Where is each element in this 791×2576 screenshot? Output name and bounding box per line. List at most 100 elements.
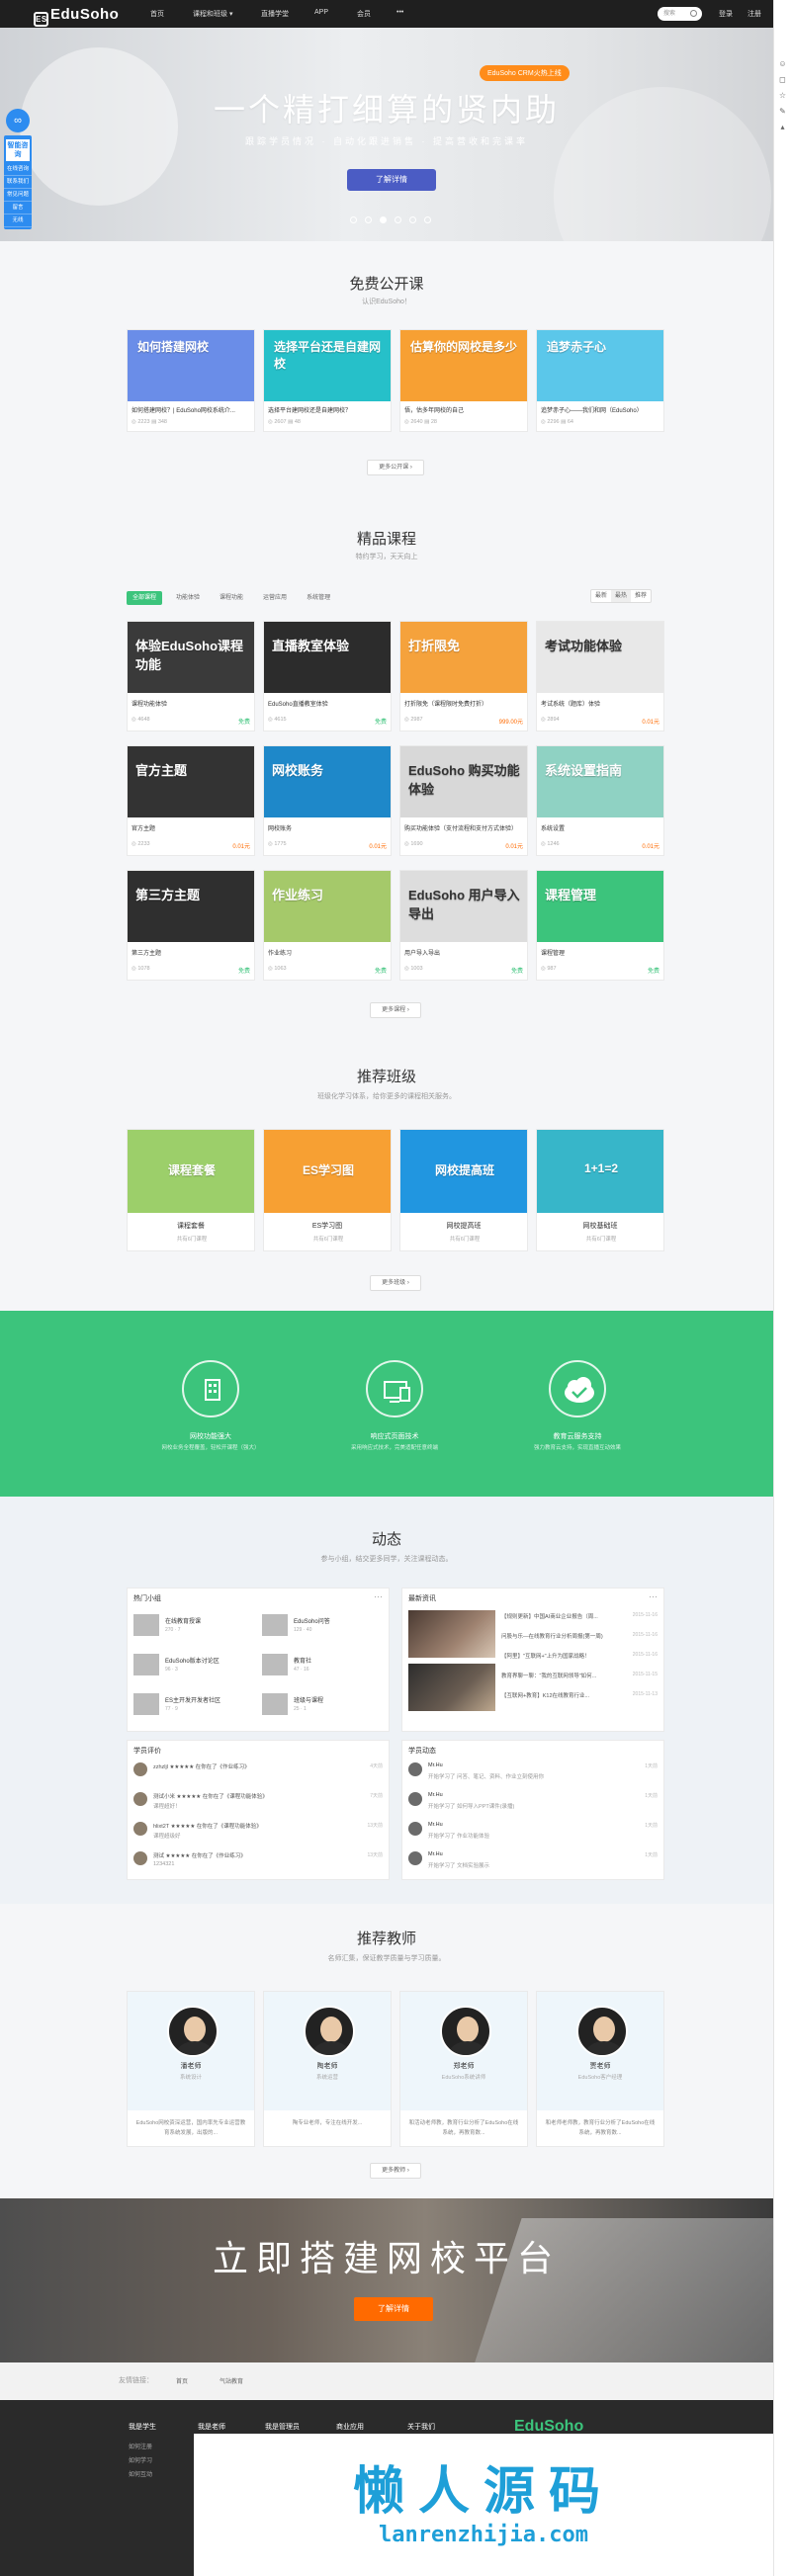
- more-free-courses-button[interactable]: 更多公开课 ›: [367, 460, 424, 475]
- group-name[interactable]: 教育社: [294, 1656, 311, 1665]
- course-thumbnail[interactable]: 课程管理: [537, 871, 663, 942]
- teacher-photo[interactable]: [167, 2006, 219, 2057]
- avatar[interactable]: [133, 1762, 147, 1776]
- teacher-photo[interactable]: [576, 2006, 628, 2057]
- carousel-dot-active[interactable]: [380, 216, 387, 223]
- site-logo[interactable]: ES EduSoho: [34, 6, 119, 27]
- course-thumbnail[interactable]: 估算你的网校是多少: [400, 330, 527, 401]
- course-title[interactable]: 如何搭建网校？| EduSoho网校系统介...: [132, 405, 250, 414]
- course-card[interactable]: EduSoho 购买功能体验 购买功能体验（支付流程和支付方式体验） ◎ 1690 0…: [399, 745, 528, 856]
- news-link[interactable]: 问股与乐—在线教育行业分析周报(第一周): [501, 1632, 620, 1640]
- course-thumbnail[interactable]: 体验EduSoho课程功能: [128, 622, 254, 693]
- group-icon[interactable]: [262, 1614, 288, 1636]
- class-thumbnail[interactable]: 1+1=2: [537, 1130, 663, 1213]
- course-card[interactable]: 网校账务 网校账务 ◎ 1775 0.01元: [263, 745, 392, 856]
- more-icon[interactable]: ···: [374, 1591, 383, 1601]
- course-title[interactable]: 官方主题: [132, 823, 250, 832]
- friend-link[interactable]: 气站教育: [220, 2376, 243, 2385]
- cart-icon[interactable]: ◻: [778, 75, 787, 84]
- class-thumbnail[interactable]: 课程套餐: [128, 1130, 254, 1213]
- search-icon[interactable]: [690, 10, 697, 17]
- course-thumbnail[interactable]: 如何搭建网校: [128, 330, 254, 401]
- course-card[interactable]: 直播教室体验 EduSoho直播教室体验 ◎ 4615 免费: [263, 621, 392, 731]
- course-thumbnail[interactable]: EduSoho 用户导入导出: [400, 871, 527, 942]
- avatar[interactable]: [408, 1792, 422, 1806]
- course-thumbnail[interactable]: 作业练习: [264, 871, 391, 942]
- course-title[interactable]: 第三方主题: [132, 948, 250, 957]
- course-thumbnail[interactable]: 直播教室体验: [264, 622, 391, 693]
- course-title[interactable]: 作业练习: [268, 948, 387, 957]
- nav-item-home[interactable]: 首页: [150, 9, 164, 19]
- news-link[interactable]: 【互联网+教育】K12在线教育行业...: [501, 1691, 620, 1699]
- tab-feature[interactable]: 功能体验: [170, 591, 206, 605]
- group-name[interactable]: EduSoho版本讨论区: [165, 1656, 220, 1665]
- group-icon[interactable]: [133, 1693, 159, 1715]
- carousel-dot[interactable]: [409, 216, 416, 223]
- cta-button[interactable]: 了解详情: [354, 2297, 433, 2321]
- tab-course[interactable]: 课程功能: [214, 591, 249, 605]
- star-icon[interactable]: ☆: [778, 91, 787, 100]
- course-card[interactable]: 课程管理 课程管理 ◎ 987 免费: [536, 870, 664, 981]
- dynamic-user[interactable]: Mr.Hu: [428, 1822, 443, 1828]
- nav-item-live[interactable]: 直播学堂: [261, 9, 289, 19]
- course-title[interactable]: 课程管理: [541, 948, 659, 957]
- class-card[interactable]: 1+1=2 网校基础班 共有6门课程: [536, 1129, 664, 1251]
- course-title[interactable]: 考试系统（题库）体验: [541, 699, 659, 708]
- carousel-dot[interactable]: [395, 216, 401, 223]
- dynamic-user[interactable]: Mr.Hu: [428, 1851, 443, 1857]
- class-title[interactable]: ES学习图: [268, 1221, 387, 1231]
- teacher-name[interactable]: 潘老师: [128, 2061, 254, 2071]
- carousel-dot[interactable]: [350, 216, 357, 223]
- course-title[interactable]: 打折限免（课程限时免费打折）: [404, 699, 523, 708]
- avatar[interactable]: [408, 1851, 422, 1865]
- course-card[interactable]: 第三方主题 第三方主题 ◎ 1078 免费: [127, 870, 255, 981]
- group-icon[interactable]: [133, 1614, 159, 1636]
- free-course-card[interactable]: 如何搭建网校 如何搭建网校？| EduSoho网校系统介... ◎ 2223 ▤ 3…: [127, 329, 255, 432]
- more-classes-button[interactable]: 更多班级 ›: [370, 1275, 421, 1291]
- course-card[interactable]: 作业练习 作业练习 ◎ 1063 免费: [263, 870, 392, 981]
- news-link[interactable]: 【阿里】"互联网+"上升为国家战略！: [501, 1652, 620, 1660]
- teacher-card[interactable]: 陶老师 系统运营 陶专业老师，专注在线开发...: [263, 1991, 392, 2147]
- sort-hottest[interactable]: 最热: [611, 590, 632, 602]
- course-thumbnail[interactable]: 系统设置指南: [537, 746, 663, 817]
- group-name[interactable]: 在线教育授课: [165, 1616, 201, 1625]
- hero-detail-button[interactable]: 了解详情: [347, 169, 436, 191]
- news-image[interactable]: [408, 1610, 495, 1658]
- class-title[interactable]: 课程套餐: [132, 1221, 250, 1231]
- teacher-photo[interactable]: [440, 2006, 491, 2057]
- avatar[interactable]: [133, 1851, 147, 1865]
- group-name[interactable]: EduSoho问答: [294, 1616, 330, 1625]
- nav-item-vip[interactable]: 会员: [357, 9, 371, 19]
- course-card[interactable]: 打折限免 打折限免（课程限时免费打折） ◎ 2987 999.00元: [399, 621, 528, 731]
- footer-link[interactable]: 如何学习: [129, 2455, 152, 2464]
- teacher-name[interactable]: 陶老师: [264, 2061, 391, 2071]
- carousel-dot[interactable]: [424, 216, 431, 223]
- news-link[interactable]: 教育界聊一聊：“我的互联网领导”如何...: [501, 1672, 620, 1679]
- course-title[interactable]: 用户导入导出: [404, 948, 523, 957]
- register-link[interactable]: 注册: [747, 9, 761, 19]
- news-link[interactable]: 【规则更新】中国AI商业企业报告（周...: [501, 1612, 620, 1620]
- user-icon[interactable]: ☺: [778, 59, 787, 68]
- free-course-card[interactable]: 估算你的网校是多少 悟，估多年网校的自己 ◎ 2640 ▤ 28: [399, 329, 528, 432]
- course-card[interactable]: 官方主题 官方主题 ◎ 2233 0.01元: [127, 745, 255, 856]
- sort-newest[interactable]: 最新: [591, 590, 611, 602]
- course-thumbnail[interactable]: EduSoho 购买功能体验: [400, 746, 527, 817]
- course-title[interactable]: 购买功能体验（支付流程和支付方式体验）: [404, 823, 523, 832]
- more-icon[interactable]: ···: [649, 1591, 658, 1601]
- top-icon[interactable]: ▴: [778, 123, 787, 131]
- tab-all[interactable]: 全部课程: [127, 591, 163, 605]
- course-thumbnail[interactable]: 考试功能体验: [537, 622, 663, 693]
- footer-link[interactable]: 如何互动: [129, 2469, 152, 2478]
- class-thumbnail[interactable]: 网校提高班: [400, 1130, 527, 1213]
- avatar[interactable]: [408, 1822, 422, 1836]
- course-thumbnail[interactable]: 第三方主题: [128, 871, 254, 942]
- course-title[interactable]: 课程功能体验: [132, 699, 250, 708]
- class-card[interactable]: 网校提高班 网校提高班 共有6门课程: [399, 1129, 528, 1251]
- more-courses-button[interactable]: 更多课程 ›: [370, 1002, 421, 1018]
- pen-icon[interactable]: ✎: [778, 107, 787, 116]
- consult-item-message[interactable]: 留言: [4, 202, 32, 215]
- avatar[interactable]: [408, 1762, 422, 1776]
- tab-system[interactable]: 系统管理: [301, 591, 336, 605]
- nav-item-courses[interactable]: 课程和班级 ▾: [193, 9, 232, 19]
- course-thumbnail[interactable]: 追梦赤子心: [537, 330, 663, 401]
